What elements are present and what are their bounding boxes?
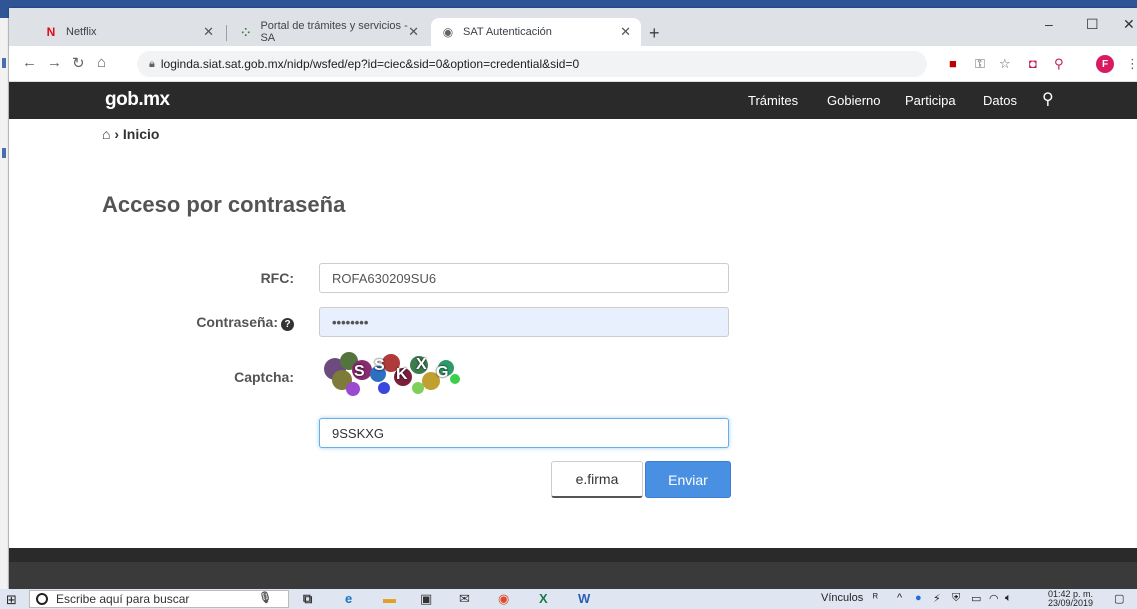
breadcrumb: ⌂ › Inicio <box>102 126 160 142</box>
page-title: Acceso por contraseña <box>102 192 346 217</box>
new-tab-button[interactable]: + <box>649 23 660 44</box>
store-icon[interactable]: ▣ <box>420 591 432 607</box>
lock-icon: 🔒︎ <box>149 57 155 70</box>
star-icon[interactable]: ☆ <box>999 56 1011 72</box>
pocket-icon[interactable]: ◘ <box>1029 56 1037 71</box>
home-icon[interactable]: ⌂ <box>102 126 110 142</box>
nav-tramites[interactable]: Trámites <box>748 93 798 108</box>
mail-icon[interactable]: ✉ <box>459 591 470 607</box>
strip-mark <box>2 148 6 158</box>
vinculos-toolbar[interactable]: Vínculos <box>821 592 863 604</box>
tab-netflix[interactable]: N Netflix ✕ <box>34 18 224 46</box>
excel-icon[interactable]: X <box>539 591 548 606</box>
close-icon[interactable]: ✕ <box>203 24 214 40</box>
sat-portal-icon: ⁘ <box>241 26 251 39</box>
maximize-button[interactable]: ☐ <box>1086 16 1099 33</box>
url-field[interactable]: 🔒︎ loginda.siat.sat.gob.mx/nidp/wsfed/ep… <box>137 51 927 77</box>
background-window-strip <box>0 18 9 589</box>
wifi-icon[interactable]: ◠ <box>989 592 999 605</box>
menu-icon[interactable]: ⋮ <box>1126 56 1137 72</box>
forward-icon[interactable]: → <box>47 54 62 71</box>
clock[interactable]: 01:42 p. m. 23/09/2019 <box>1048 590 1093 608</box>
breadcrumb-inicio[interactable]: Inicio <box>123 126 160 142</box>
tab-sat-portal[interactable]: ⁘ Portal de trámites y servicios - SA ✕ <box>229 18 429 46</box>
tab-separator <box>226 25 227 41</box>
footer-band <box>9 562 1137 589</box>
people-icon[interactable]: ᴿ <box>873 592 878 604</box>
help-icon[interactable]: ? <box>281 318 294 331</box>
page-content: gob.mx Trámites Gobierno Participa Datos… <box>9 82 1137 589</box>
clock-date: 23/09/2019 <box>1048 598 1094 608</box>
close-icon[interactable]: ✕ <box>408 24 419 40</box>
address-bar: ← → ↻ ⌂ 🔒︎ loginda.siat.sat.gob.mx/nidp/… <box>9 46 1137 82</box>
captcha-label: Captcha: <box>234 369 294 385</box>
volume-icon[interactable]: 🔈︎ <box>1005 592 1012 605</box>
nav-gobierno[interactable]: Gobierno <box>827 93 880 108</box>
cortana-icon <box>36 593 48 605</box>
word-icon[interactable]: W <box>578 591 590 606</box>
taskbar: ⊞ Escribe aquí para buscar 🎙︎ ⧉ e ▬ ▣ ✉ … <box>0 589 1137 609</box>
password-input[interactable]: •••••••• <box>319 307 729 337</box>
notifications-icon[interactable]: ▢ <box>1114 592 1124 605</box>
tab-strip: N Netflix ✕ ⁘ Portal de trámites y servi… <box>9 8 1137 46</box>
extension-icon[interactable]: ■ <box>949 56 957 71</box>
back-icon[interactable]: ← <box>22 54 37 71</box>
efirma-button[interactable]: e.firma <box>551 461 643 498</box>
network-icon[interactable]: ⚡︎ <box>933 592 941 605</box>
security-icon[interactable]: ⛨ <box>952 592 960 605</box>
rfc-input[interactable]: ROFA630209SU6 <box>319 263 729 293</box>
password-label-text: Contraseña: <box>196 314 278 330</box>
captcha-char: X <box>416 356 427 373</box>
home-icon[interactable]: ⌂ <box>97 54 106 71</box>
edge-icon[interactable]: e <box>345 591 352 606</box>
captcha-image: S S K X G <box>322 352 462 400</box>
nav-datos[interactable]: Datos <box>983 93 1017 108</box>
gobmx-logo[interactable]: gob.mx <box>105 89 170 111</box>
battery-icon[interactable]: ▭ <box>971 592 981 605</box>
captcha-char: S <box>354 363 365 380</box>
reload-icon[interactable]: ↻ <box>72 54 85 72</box>
show-hidden-icons[interactable]: ^ <box>897 592 902 604</box>
key-icon[interactable]: ⚿ <box>975 56 985 72</box>
tab-sat-autenticacion[interactable]: ◉ SAT Autenticación ✕ <box>431 18 641 46</box>
password-label: Contraseña:? <box>94 314 294 331</box>
site-footer <box>9 548 1137 589</box>
browser-window: N Netflix ✕ ⁘ Portal de trámites y servi… <box>9 8 1137 589</box>
tab-label: Netflix <box>66 26 97 38</box>
bluetooth-icon[interactable]: ● <box>915 592 922 604</box>
captcha-char: G <box>436 364 449 381</box>
tab-label: SAT Autenticación <box>463 26 552 38</box>
strip-mark <box>2 58 6 68</box>
microphone-icon[interactable]: 🎙︎ <box>258 591 272 604</box>
rfc-label: RFC: <box>260 270 294 286</box>
taskbar-search-placeholder: Escribe aquí para buscar <box>56 592 190 606</box>
nav-participa[interactable]: Participa <box>905 93 956 108</box>
url-text: loginda.siat.sat.gob.mx/nidp/wsfed/ep?id… <box>160 57 580 71</box>
submit-button[interactable]: Enviar <box>645 461 731 498</box>
globe-icon: ◉ <box>442 25 454 39</box>
minimize-button[interactable]: – <box>1045 16 1053 32</box>
windows-start-icon[interactable]: ⊞ <box>6 592 17 608</box>
file-explorer-icon[interactable]: ▬ <box>383 591 396 606</box>
search-icon[interactable]: ⚲ <box>1042 89 1054 109</box>
profile-avatar[interactable]: F <box>1096 55 1114 73</box>
task-view-icon[interactable]: ⧉ <box>303 591 312 607</box>
tab-label: Portal de trámites y servicios - SA <box>260 20 408 44</box>
close-icon[interactable]: ✕ <box>620 24 631 40</box>
search-extension-icon[interactable]: ⚲ <box>1054 56 1064 72</box>
captcha-input[interactable]: 9SSKXG <box>319 418 729 448</box>
netflix-icon: N <box>46 25 56 39</box>
captcha-char: S <box>374 357 385 374</box>
captcha-char: K <box>396 366 408 383</box>
taskbar-search[interactable]: Escribe aquí para buscar <box>29 590 289 608</box>
chrome-icon[interactable]: ◉ <box>498 591 509 607</box>
site-header: gob.mx Trámites Gobierno Participa Datos… <box>9 82 1137 119</box>
close-window-button[interactable]: ✕ <box>1123 16 1135 33</box>
